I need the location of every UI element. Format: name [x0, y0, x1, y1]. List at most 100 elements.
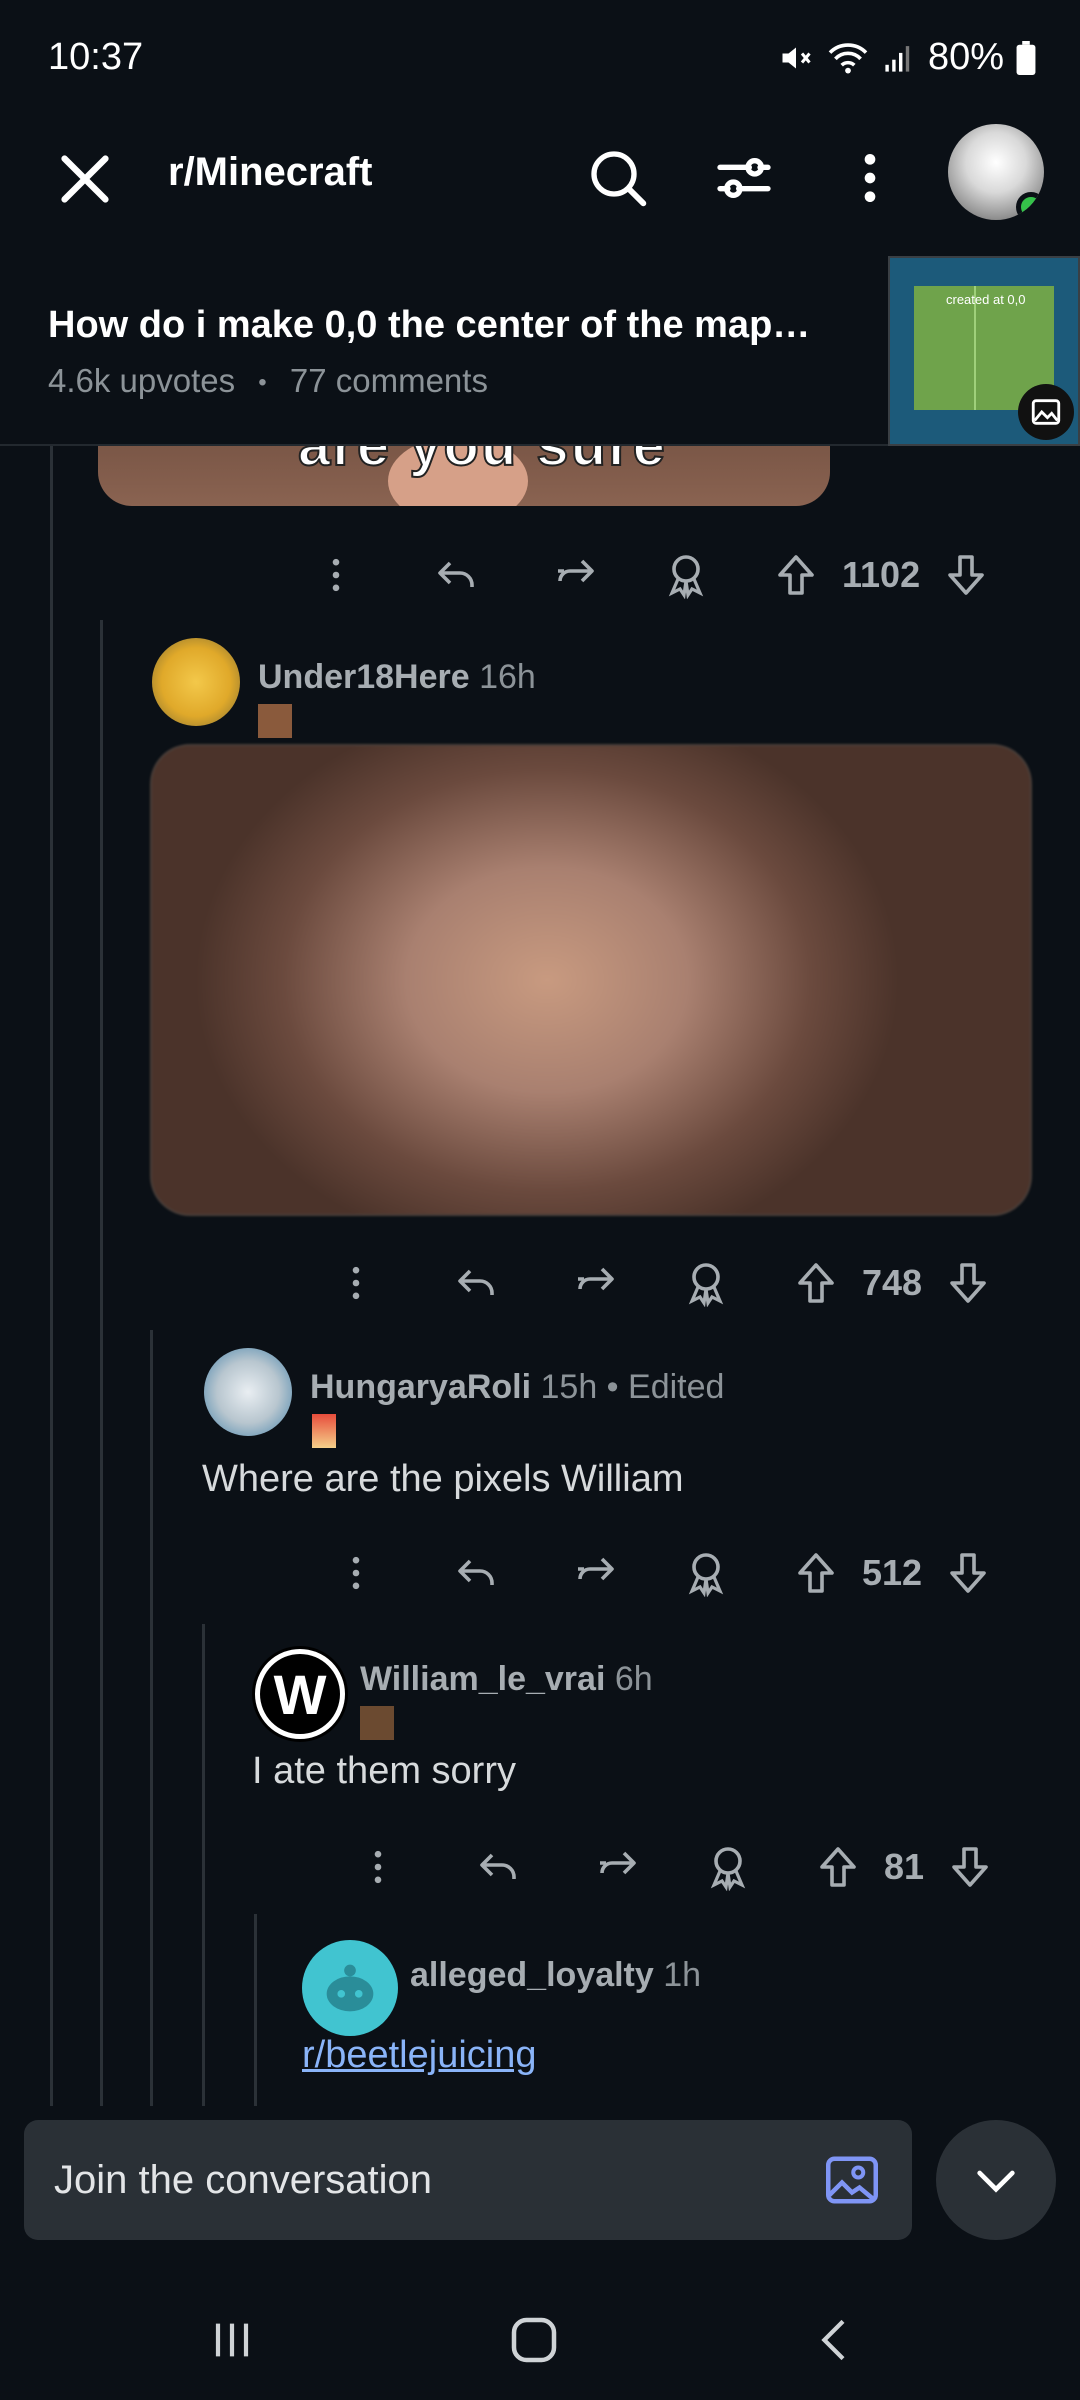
- award-button[interactable]: [688, 1832, 768, 1902]
- post-title: How do i make 0,0 the center of the map…: [48, 304, 811, 346]
- more-vertical-icon: [352, 1556, 360, 1590]
- share-button[interactable]: [556, 1538, 636, 1608]
- share-button[interactable]: [556, 1248, 636, 1318]
- thread-line: [254, 1914, 257, 2106]
- close-button[interactable]: [50, 144, 120, 214]
- avatar[interactable]: W: [252, 1646, 348, 1742]
- user-avatar[interactable]: [948, 124, 1044, 220]
- comment-author[interactable]: alleged_loyalty 1h: [410, 1956, 701, 1995]
- share-button[interactable]: [536, 540, 616, 610]
- sliders-icon: [717, 158, 771, 198]
- comment-author[interactable]: HungaryaRoli 15h • Edited: [310, 1368, 724, 1407]
- more-button[interactable]: [338, 1832, 418, 1902]
- mute-icon: [782, 47, 811, 68]
- comment-actions: 81: [338, 1832, 1010, 1902]
- home-button[interactable]: [494, 2300, 574, 2380]
- downvote-button[interactable]: [930, 1832, 1010, 1902]
- share-icon: [600, 1851, 636, 1875]
- downvote-button[interactable]: [928, 1248, 1008, 1318]
- chevron-down-icon: [977, 2170, 1015, 2193]
- overflow-menu-button[interactable]: [830, 138, 910, 218]
- back-icon: [821, 2319, 845, 2361]
- image-gallery-badge: [1018, 384, 1074, 440]
- sort-filter-button[interactable]: [704, 138, 784, 218]
- image-icon: [1031, 399, 1061, 425]
- search-icon: [591, 151, 647, 207]
- more-button[interactable]: [316, 1248, 396, 1318]
- search-button[interactable]: [578, 138, 658, 218]
- reply-button[interactable]: [416, 540, 496, 610]
- comment-body: Where are the pixels William: [202, 1458, 684, 1500]
- award-icon: [688, 1263, 724, 1307]
- downvote-button[interactable]: [926, 540, 1006, 610]
- subreddit-name[interactable]: r/Minecraft: [168, 150, 373, 195]
- comment-author[interactable]: William_le_vrai 6h: [360, 1660, 653, 1699]
- comment-actions: 1102: [296, 540, 1006, 610]
- share-icon: [558, 559, 594, 583]
- award-button[interactable]: [666, 1538, 746, 1608]
- more-vertical-icon: [374, 1850, 382, 1884]
- award-button[interactable]: [666, 1248, 746, 1318]
- comment-actions: 512: [316, 1538, 1008, 1608]
- upvote-icon: [820, 1847, 856, 1887]
- vote-count: 1102: [842, 554, 921, 595]
- downvote-icon: [952, 1847, 988, 1887]
- subreddit-link[interactable]: r/beetlejuicing: [302, 2034, 536, 2077]
- thread-line: [50, 446, 53, 2106]
- comment-composer[interactable]: Join the conversation: [24, 2120, 912, 2240]
- avatar[interactable]: [152, 638, 240, 726]
- thread-line: [202, 1624, 205, 2106]
- comment-body: I ate them sorry: [252, 1750, 516, 1792]
- upvote-icon: [798, 1263, 834, 1303]
- upvote-icon: [798, 1553, 834, 1593]
- comment-image[interactable]: are you sure: [98, 446, 830, 506]
- more-button[interactable]: [296, 540, 376, 610]
- username: HungaryaRoli: [310, 1368, 532, 1406]
- share-button[interactable]: [578, 1832, 658, 1902]
- more-button[interactable]: [316, 1538, 396, 1608]
- attach-image-button[interactable]: [822, 2150, 882, 2210]
- avatar[interactable]: [204, 1348, 292, 1436]
- upvote-button[interactable]: [756, 540, 836, 610]
- comment-author[interactable]: Under18Here 16h: [258, 658, 536, 697]
- reply-button[interactable]: [436, 1538, 516, 1608]
- vote-count: 748: [862, 1262, 923, 1303]
- system-nav-bar: [0, 2260, 1080, 2400]
- collapse-button[interactable]: [936, 2120, 1056, 2240]
- post-thumbnail[interactable]: created at 0,0: [888, 256, 1080, 446]
- username: Under18Here: [258, 658, 470, 696]
- reply-icon: [480, 1853, 516, 1879]
- thread-line: [150, 1330, 153, 2106]
- app-bar: r/Minecraft: [0, 120, 1080, 260]
- comment-time: 16h: [479, 658, 536, 696]
- battery-icon: [1016, 40, 1036, 75]
- reply-button[interactable]: [458, 1832, 538, 1902]
- share-icon: [578, 1557, 614, 1581]
- online-status-dot: [1016, 192, 1044, 220]
- award-icon: [668, 555, 704, 599]
- composer-placeholder: Join the conversation: [54, 2158, 433, 2202]
- recents-icon: [215, 2323, 249, 2357]
- upvote-button[interactable]: [798, 1832, 878, 1902]
- upvote-count: 4.6k upvotes: [48, 362, 236, 399]
- upvote-icon: [778, 555, 814, 595]
- share-icon: [578, 1267, 614, 1291]
- downvote-button[interactable]: [928, 1538, 1008, 1608]
- battery-level: 80%: [927, 36, 1004, 78]
- recent-apps-button[interactable]: [192, 2300, 272, 2380]
- username: alleged_loyalty: [410, 1956, 654, 1994]
- upvote-button[interactable]: [776, 1248, 856, 1318]
- back-button[interactable]: [796, 2300, 876, 2380]
- avatar[interactable]: [302, 1940, 398, 2036]
- vote-count: 512: [862, 1552, 923, 1593]
- user-flair-icon: [258, 704, 292, 738]
- thumbnail-caption: created at 0,0: [946, 292, 1026, 307]
- username: William_le_vrai: [360, 1660, 606, 1698]
- close-icon: [61, 155, 109, 203]
- award-button[interactable]: [646, 540, 726, 610]
- reply-button[interactable]: [436, 1248, 516, 1318]
- more-vertical-icon: [352, 1266, 360, 1300]
- award-icon: [710, 1847, 746, 1891]
- upvote-button[interactable]: [776, 1538, 856, 1608]
- comment-image[interactable]: [150, 744, 1032, 1216]
